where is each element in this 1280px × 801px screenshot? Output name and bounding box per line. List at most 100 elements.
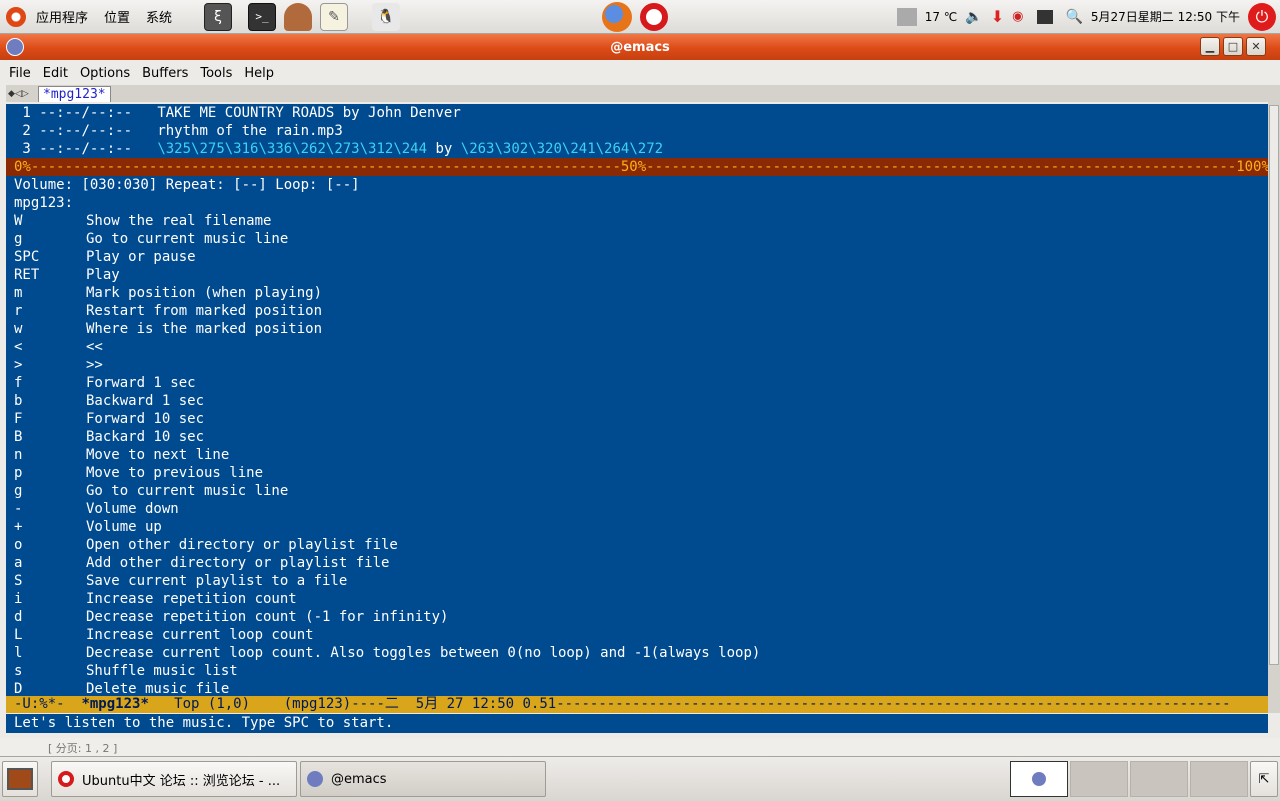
vertical-scrollbar[interactable] xyxy=(1268,85,1280,713)
key-help-row: o Open other directory or playlist file xyxy=(6,536,1268,554)
workspace-2[interactable] xyxy=(1070,761,1128,797)
workspace-4[interactable] xyxy=(1190,761,1248,797)
key-description: Decrease repetition count (-1 for infini… xyxy=(86,609,449,625)
window-titlebar[interactable]: @emacs ▁ □ ✕ xyxy=(0,34,1280,60)
weather-icon[interactable] xyxy=(896,7,917,26)
menu-file[interactable]: File xyxy=(4,66,36,81)
firefox-icon[interactable] xyxy=(602,1,633,32)
track-by: by xyxy=(435,141,453,157)
key-description: Move to previous line xyxy=(86,465,264,481)
power-icon[interactable]: ⏻ xyxy=(1248,2,1276,31)
ubuntu-logo-icon[interactable] xyxy=(6,6,26,27)
key-name: W xyxy=(14,213,23,229)
volume-icon[interactable]: 🔈 xyxy=(965,9,982,25)
track-title: TAKE ME COUNTRY ROADS by John Denver xyxy=(157,105,461,121)
playlist-line[interactable]: 3 --:--/--:-- \325\275\316\336\262\273\3… xyxy=(6,140,1268,158)
cleaner-icon[interactable] xyxy=(284,2,313,31)
key-help-row: + Volume up xyxy=(6,518,1268,536)
key-help-row: p Move to previous line xyxy=(6,464,1268,482)
mode-line[interactable]: -U:%*- *mpg123* Top (1,0) (mpg123)----二 … xyxy=(6,696,1268,713)
maximize-button[interactable]: □ xyxy=(1223,37,1243,56)
progress-track: ----------------------------------------… xyxy=(30,159,621,175)
key-description: Open other directory or playlist file xyxy=(86,537,398,553)
key-description: Backard 10 sec xyxy=(86,429,205,445)
workspace-3[interactable] xyxy=(1130,761,1188,797)
pagination-text: [ 分页: 1 , 2 ] xyxy=(48,742,118,755)
echo-area[interactable]: Let's listen to the music. Type SPC to s… xyxy=(6,714,1268,733)
network-icon[interactable] xyxy=(1037,9,1054,24)
key-description: Shuffle music list xyxy=(86,663,238,679)
key-help-row: m Mark position (when playing) xyxy=(6,284,1268,302)
places-menu-label: 位置 xyxy=(104,11,131,26)
key-description: >> xyxy=(86,357,103,373)
trash-icon[interactable]: ⇱ xyxy=(1250,761,1278,797)
track-time: --:--/--:-- xyxy=(39,141,133,157)
key-name: > xyxy=(14,357,23,373)
text-editor-icon[interactable]: ✎ xyxy=(320,2,349,31)
close-button[interactable]: ✕ xyxy=(1246,37,1266,56)
key-help-row: d Decrease repetition count (-1 for infin… xyxy=(6,608,1268,626)
magnifier-icon[interactable]: 🔍 xyxy=(1065,9,1082,25)
key-help-row: n Move to next line xyxy=(6,446,1268,464)
track-time: --:--/--:-- xyxy=(39,105,133,121)
menu-help[interactable]: Help xyxy=(239,66,279,81)
applications-menu[interactable]: 应用程序 xyxy=(30,0,98,33)
system-tray: 17 ℃ 🔈 ⬇ ◉ 🔍 5月27日星期二 12:50 下午 ⏻ xyxy=(893,0,1280,33)
key-description: Increase current loop count xyxy=(86,627,314,643)
key-name: s xyxy=(14,663,23,679)
menubar: File Edit Options Buffers Tools Help xyxy=(2,61,1278,85)
menu-options[interactable]: Options xyxy=(75,66,135,81)
key-description: Forward 1 sec xyxy=(86,375,196,391)
penguin-icon[interactable]: 🐧 xyxy=(372,2,401,31)
key-help-row: s Shuffle music list xyxy=(6,662,1268,680)
taskbar-item-browser[interactable]: Ubuntu中文 论坛 :: 浏览论坛 - ... xyxy=(51,761,297,797)
key-description: Delete music file xyxy=(86,681,230,696)
tab-scroll-icon[interactable]: ◆◁▷ xyxy=(6,89,38,99)
key-description: Play or pause xyxy=(86,249,196,265)
top-panel: 应用程序 位置 系统 ξ >_ ✎ 🐧 17 ℃ 🔈 ⬇ ◉ 🔍 5月27日星期… xyxy=(0,0,1280,34)
editor-buffer[interactable]: 1 --:--/--:-- TAKE ME COUNTRY ROADS by J… xyxy=(6,104,1268,696)
key-name: f xyxy=(14,375,23,391)
background-window-strip: [ 分页: 1 , 2 ] xyxy=(0,738,1280,756)
taskbar-item-emacs[interactable]: @emacs xyxy=(300,761,546,797)
key-name: a xyxy=(14,555,23,571)
emacs-launcher-icon[interactable]: ξ xyxy=(204,2,233,31)
temperature-label[interactable]: 17 ℃ xyxy=(925,10,958,24)
scrollbar-thumb[interactable] xyxy=(1269,105,1279,665)
terminal-icon[interactable]: >_ xyxy=(248,2,277,31)
opera-icon xyxy=(58,771,74,787)
key-name: RET xyxy=(14,267,40,283)
key-description: Mark position (when playing) xyxy=(86,285,323,301)
opera-icon[interactable] xyxy=(640,2,669,31)
key-name: b xyxy=(14,393,23,409)
key-help-list: W Show the real filename g Go to current mu… xyxy=(6,212,1268,696)
modeline-status: -U:%*- xyxy=(14,696,65,712)
minimize-button[interactable]: ▁ xyxy=(1200,37,1220,56)
progress-mid-label: 50% xyxy=(620,159,647,175)
places-menu[interactable]: 位置 xyxy=(98,0,140,33)
key-name: n xyxy=(14,447,23,463)
clock[interactable]: 5月27日星期二 12:50 下午 xyxy=(1091,8,1240,25)
playlist-line[interactable]: 1 --:--/--:-- TAKE ME COUNTRY ROADS by J… xyxy=(6,104,1268,122)
emacs-icon xyxy=(1032,772,1046,786)
menu-buffers[interactable]: Buffers xyxy=(137,66,193,81)
show-desktop-button[interactable] xyxy=(2,761,38,797)
playlist-line[interactable]: 2 --:--/--:-- rhythm of the rain.mp3 xyxy=(6,122,1268,140)
progress-bar[interactable]: 0%--------------------------------------… xyxy=(6,158,1268,176)
key-help-row: i Increase repetition count xyxy=(6,590,1268,608)
menu-tools[interactable]: Tools xyxy=(195,66,237,81)
window-menu-icon[interactable] xyxy=(6,38,24,56)
workspace-1[interactable] xyxy=(1010,761,1068,797)
key-description: Go to current music line xyxy=(86,483,289,499)
notification-icon[interactable]: ◉ xyxy=(1012,9,1023,24)
track-number: 2 xyxy=(14,123,31,139)
key-name: d xyxy=(14,609,23,625)
system-menu[interactable]: 系统 xyxy=(140,0,182,33)
key-description: Where is the marked position xyxy=(86,321,323,337)
update-icon[interactable]: ⬇ xyxy=(991,7,1004,26)
key-help-row: l Decrease current loop count. Also toggl… xyxy=(6,644,1268,662)
key-name: i xyxy=(14,591,23,607)
track-number: 1 xyxy=(14,105,31,121)
tab-mpg123[interactable]: *mpg123* xyxy=(38,86,111,102)
menu-edit[interactable]: Edit xyxy=(38,66,73,81)
